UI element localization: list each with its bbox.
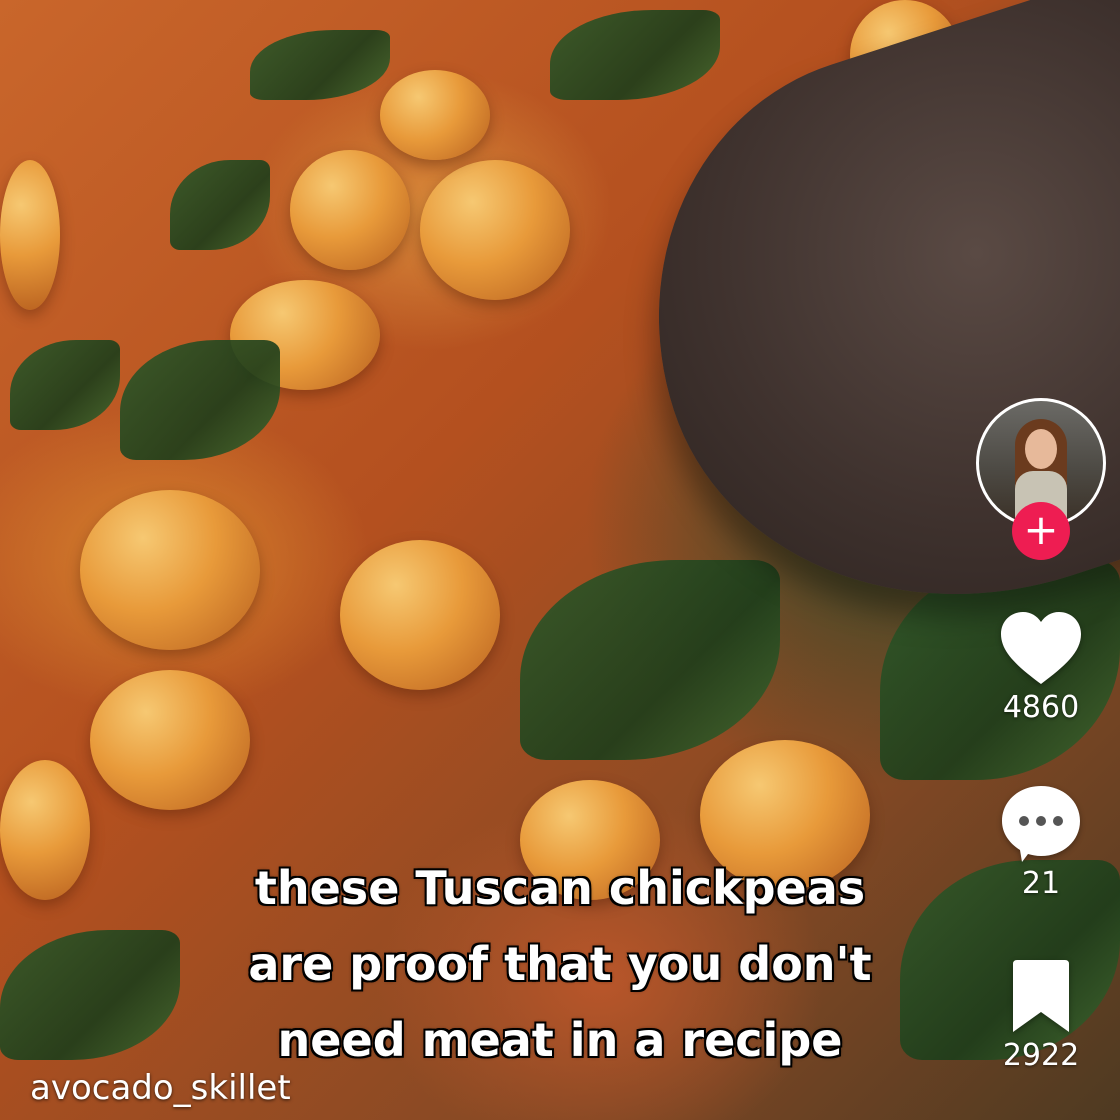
like-button[interactable]: 4860 xyxy=(976,610,1106,725)
food-decor xyxy=(380,70,490,160)
food-decor xyxy=(170,160,270,250)
creator-avatar-button[interactable]: + xyxy=(976,398,1106,560)
like-count: 4860 xyxy=(1002,690,1080,725)
food-decor xyxy=(0,160,60,310)
food-decor xyxy=(290,150,410,270)
comment-count: 21 xyxy=(1021,866,1061,901)
food-decor xyxy=(550,10,720,100)
caption-line: need meat in a recipe xyxy=(277,1013,843,1067)
save-button[interactable]: 2922 xyxy=(976,960,1106,1073)
food-decor xyxy=(0,760,90,900)
food-decor xyxy=(10,340,120,430)
food-decor xyxy=(80,490,260,650)
creator-username[interactable]: avocado_skillet xyxy=(30,1068,291,1108)
food-decor xyxy=(90,670,250,810)
caption-line: are proof that you don't xyxy=(248,937,872,991)
food-decor xyxy=(120,340,280,460)
save-count: 2922 xyxy=(1002,1038,1080,1073)
caption-line: these Tuscan chickpeas xyxy=(254,861,866,915)
video-caption: these Tuscan chickpeas are proof that yo… xyxy=(180,850,940,1078)
comment-icon[interactable] xyxy=(1000,784,1082,864)
food-decor xyxy=(520,560,780,760)
food-decor xyxy=(420,160,570,300)
food-decor xyxy=(0,930,180,1060)
heart-icon[interactable] xyxy=(999,610,1083,688)
bookmark-icon[interactable] xyxy=(1009,960,1073,1036)
food-decor xyxy=(340,540,500,690)
plus-icon[interactable]: + xyxy=(1012,502,1070,560)
food-decor xyxy=(250,30,390,100)
comment-button[interactable]: 21 xyxy=(976,784,1106,901)
